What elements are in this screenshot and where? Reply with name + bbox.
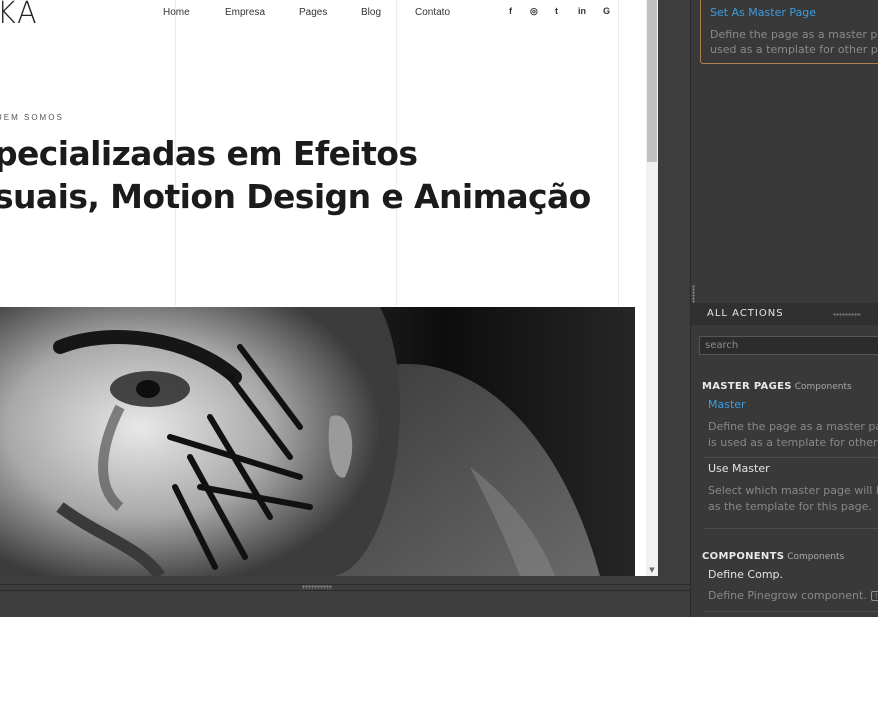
section-title: COMPONENTS	[702, 551, 785, 562]
nav-item-contato[interactable]: Contato	[415, 7, 450, 18]
scrollbar-thumb[interactable]	[647, 0, 657, 162]
actions-search-input[interactable]	[699, 336, 878, 355]
scroll-down-arrow-icon[interactable]: ▼	[646, 566, 658, 574]
divider	[0, 590, 690, 591]
resize-handle[interactable]	[302, 585, 332, 589]
action-description: Define Pinegrow component.!	[708, 588, 878, 604]
all-actions-title: ALL ACTIONS	[707, 308, 784, 319]
page-preview[interactable]: KA Home Empresa Pages Blog Contato f ◎ t…	[0, 0, 646, 576]
site-logo[interactable]: KA	[0, 0, 39, 31]
action-description-line: Define Pinegrow component.	[708, 589, 867, 602]
divider	[704, 457, 878, 458]
card-description-line: Define the page as a master page	[710, 28, 878, 41]
preview-scrollbar[interactable]: ▼	[646, 0, 658, 576]
grid-line	[618, 0, 619, 306]
action-define-comp[interactable]: Define Comp. Define Pinegrow component.!	[708, 568, 878, 604]
nav-item-home[interactable]: Home	[163, 7, 190, 18]
divider	[0, 584, 690, 585]
action-description-line: Select which master page will be u	[708, 484, 878, 497]
action-description-line: Define the page as a master page	[708, 420, 878, 433]
headline-line-1: pecializadas em Efeitos	[0, 134, 418, 173]
google-icon[interactable]: G	[603, 6, 610, 16]
action-title[interactable]: Define Comp.	[708, 568, 878, 581]
section-subtitle: Components	[787, 552, 845, 562]
section-components: COMPONENTS Components	[702, 544, 844, 563]
linkedin-icon[interactable]: in	[578, 6, 586, 16]
set-as-master-page-link[interactable]: Set As Master Page	[710, 6, 816, 19]
action-title[interactable]: Master	[708, 398, 878, 411]
hero-image	[0, 307, 635, 576]
actions-panel: Set As Master Page Define the page as a …	[690, 0, 878, 617]
editor-bottom-bar	[0, 576, 690, 617]
action-description: Define the page as a master page is used…	[708, 419, 878, 451]
info-icon[interactable]: !	[870, 591, 878, 601]
set-as-master-card[interactable]: Set As Master Page Define the page as a …	[700, 0, 878, 64]
action-description-line: as the template for this page.	[708, 500, 872, 513]
card-description: Define the page as a master page used as…	[710, 27, 878, 57]
action-use-master[interactable]: Use Master Select which master page will…	[708, 462, 878, 515]
preview-gutter	[658, 0, 690, 576]
section-master-pages: MASTER PAGES Components	[702, 374, 852, 393]
action-description-line: is used as a template for other pa	[708, 436, 878, 449]
nav-item-blog[interactable]: Blog	[361, 7, 381, 18]
action-description: Select which master page will be u as th…	[708, 483, 878, 515]
twitter-icon[interactable]: t	[555, 6, 558, 16]
card-description-line: used as a template for other page	[710, 43, 878, 56]
section-subtitle: Components	[794, 382, 852, 392]
action-title[interactable]: Use Master	[708, 462, 878, 475]
all-actions-header[interactable]: ALL ACTIONS	[691, 303, 878, 325]
nav-item-empresa[interactable]: Empresa	[225, 7, 265, 18]
drag-handle[interactable]	[833, 313, 861, 316]
divider	[704, 611, 878, 612]
action-master[interactable]: Master Define the page as a master page …	[708, 398, 878, 451]
divider	[704, 528, 878, 529]
headline-line-2: suais, Motion Design e Animação	[0, 177, 591, 216]
section-kicker: UEM SOMOS	[0, 113, 64, 122]
nav-item-pages[interactable]: Pages	[299, 7, 327, 18]
section-title: MASTER PAGES	[702, 381, 792, 392]
instagram-icon[interactable]: ◎	[530, 6, 538, 17]
facebook-icon[interactable]: f	[509, 6, 512, 16]
